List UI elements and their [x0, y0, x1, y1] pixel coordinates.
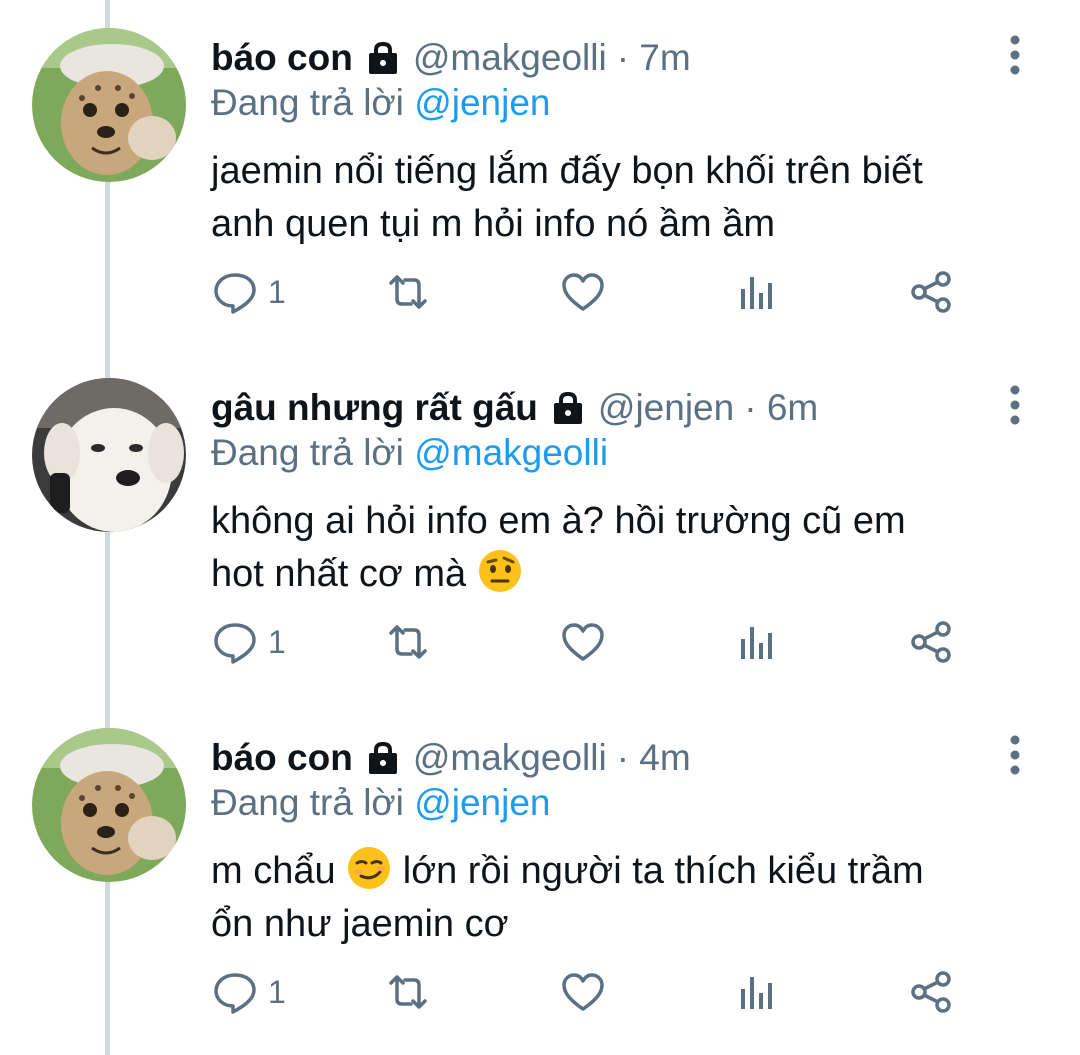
tweet-text-fragment: m chẩu: [211, 850, 336, 892]
tweet-3[interactable]: báo con @makgeolli · 4m Đang trả lời @je…: [0, 700, 1080, 1052]
reply-count: 1: [268, 623, 286, 660]
tweet-text: jaemin nổi tiếng lắm đấy bọn khối trên b…: [211, 145, 1031, 251]
replying-prefix: Đang trả lời: [211, 782, 404, 823]
more-options-icon[interactable]: [990, 30, 1040, 80]
reply-count: 1: [268, 973, 286, 1010]
like-icon: [562, 973, 604, 1011]
action-bar: 1: [200, 262, 980, 322]
tweet-header: báo con @makgeolli · 7m: [211, 30, 691, 86]
protected-lock-icon: [363, 40, 403, 76]
timestamp[interactable]: · 6m: [744, 387, 818, 429]
protected-lock-icon: [548, 390, 588, 426]
reply-button[interactable]: 1: [212, 612, 286, 672]
mention-link[interactable]: @makgeolli: [414, 432, 608, 473]
timestamp[interactable]: · 7m: [617, 37, 691, 79]
reply-icon: [214, 973, 256, 1014]
tweet-text-fragment: lớn rồi người ta thích kiểu trầm: [402, 850, 924, 892]
display-name[interactable]: gâu nhưng rất gấu: [211, 387, 538, 429]
avatar[interactable]: [32, 728, 186, 882]
retweet-icon: [389, 975, 427, 1009]
handle[interactable]: @makgeolli: [413, 737, 607, 779]
more-options-icon[interactable]: [990, 730, 1040, 780]
tweet-1[interactable]: báo con @makgeolli · 7m Đang trả lời @je…: [0, 0, 1080, 352]
handle[interactable]: @jenjen: [598, 387, 734, 429]
like-button[interactable]: [560, 962, 606, 1022]
analytics-icon: [741, 627, 772, 659]
tweet-text-line: jaemin nổi tiếng lắm đấy bọn khối trên b…: [211, 150, 923, 192]
tweet-text-fragment: hot nhất cơ mà: [211, 553, 467, 595]
share-icon: [911, 971, 951, 1013]
like-button[interactable]: [560, 262, 606, 322]
tweet-header: báo con @makgeolli · 4m: [211, 730, 691, 786]
analytics-icon: [741, 277, 772, 309]
share-button[interactable]: [908, 962, 954, 1022]
retweet-button[interactable]: [385, 262, 431, 322]
tweet-text-line: m chẩu lớn rồi người ta thích kiểu trầm: [211, 845, 1031, 898]
tweet-text: m chẩu lớn rồi người ta thích kiểu trầm …: [211, 845, 1031, 951]
display-name[interactable]: báo con: [211, 37, 353, 79]
mention-link[interactable]: @jenjen: [414, 82, 550, 123]
timestamp[interactable]: · 4m: [617, 737, 691, 779]
reply-icon: [214, 623, 256, 664]
display-name[interactable]: báo con: [211, 737, 353, 779]
analytics-button[interactable]: [735, 962, 781, 1022]
action-bar: 1: [200, 612, 980, 672]
cheetah-cub-avatar: [32, 728, 186, 882]
protected-lock-icon: [363, 740, 403, 776]
handle[interactable]: @makgeolli: [413, 37, 607, 79]
tweet-header: gâu nhưng rất gấu @jenjen · 6m: [211, 380, 818, 436]
replying-prefix: Đang trả lời: [211, 82, 404, 123]
action-bar: 1: [200, 962, 980, 1022]
retweet-icon: [389, 275, 427, 309]
reply-icon: [214, 273, 256, 314]
like-button[interactable]: [560, 612, 606, 672]
like-icon: [562, 273, 604, 311]
analytics-button[interactable]: [735, 262, 781, 322]
share-button[interactable]: [908, 262, 954, 322]
avatar[interactable]: [32, 378, 186, 532]
tweet-text-line: không ai hỏi info em à? hồi trường cũ em: [211, 500, 906, 542]
replying-to: Đang trả lời @makgeolli: [211, 432, 608, 474]
share-icon: [911, 271, 951, 313]
retweet-icon: [389, 625, 427, 659]
tweet-2[interactable]: gâu nhưng rất gấu @jenjen · 6m Đang trả …: [0, 350, 1080, 702]
replying-to: Đang trả lời @jenjen: [211, 82, 551, 124]
reply-count: 1: [268, 273, 286, 310]
more-options-icon[interactable]: [990, 380, 1040, 430]
replying-prefix: Đang trả lời: [211, 432, 404, 473]
share-icon: [911, 621, 951, 663]
analytics-icon: [741, 977, 772, 1009]
tweet-text-line: anh quen tụi m hỏi info nó ầm ầm: [211, 203, 776, 245]
cheetah-cub-avatar: [32, 28, 186, 182]
reply-button[interactable]: 1: [212, 962, 286, 1022]
analytics-button[interactable]: [735, 612, 781, 672]
tweet-text: không ai hỏi info em à? hồi trường cũ em…: [211, 495, 1031, 601]
share-button[interactable]: [908, 612, 954, 672]
avatar[interactable]: [32, 28, 186, 182]
white-dog-avatar: [32, 378, 186, 532]
retweet-button[interactable]: [385, 962, 431, 1022]
like-icon: [562, 623, 604, 661]
reply-button[interactable]: 1: [212, 262, 286, 322]
raised-eyebrow-emoji: [477, 548, 523, 594]
tweet-text-line: ổn như jaemin cơ: [211, 903, 509, 945]
mention-link[interactable]: @jenjen: [414, 782, 550, 823]
retweet-button[interactable]: [385, 612, 431, 672]
replying-to: Đang trả lời @jenjen: [211, 782, 551, 824]
smirk-emoji: [346, 845, 392, 891]
tweet-text-line: hot nhất cơ mà: [211, 548, 1031, 601]
